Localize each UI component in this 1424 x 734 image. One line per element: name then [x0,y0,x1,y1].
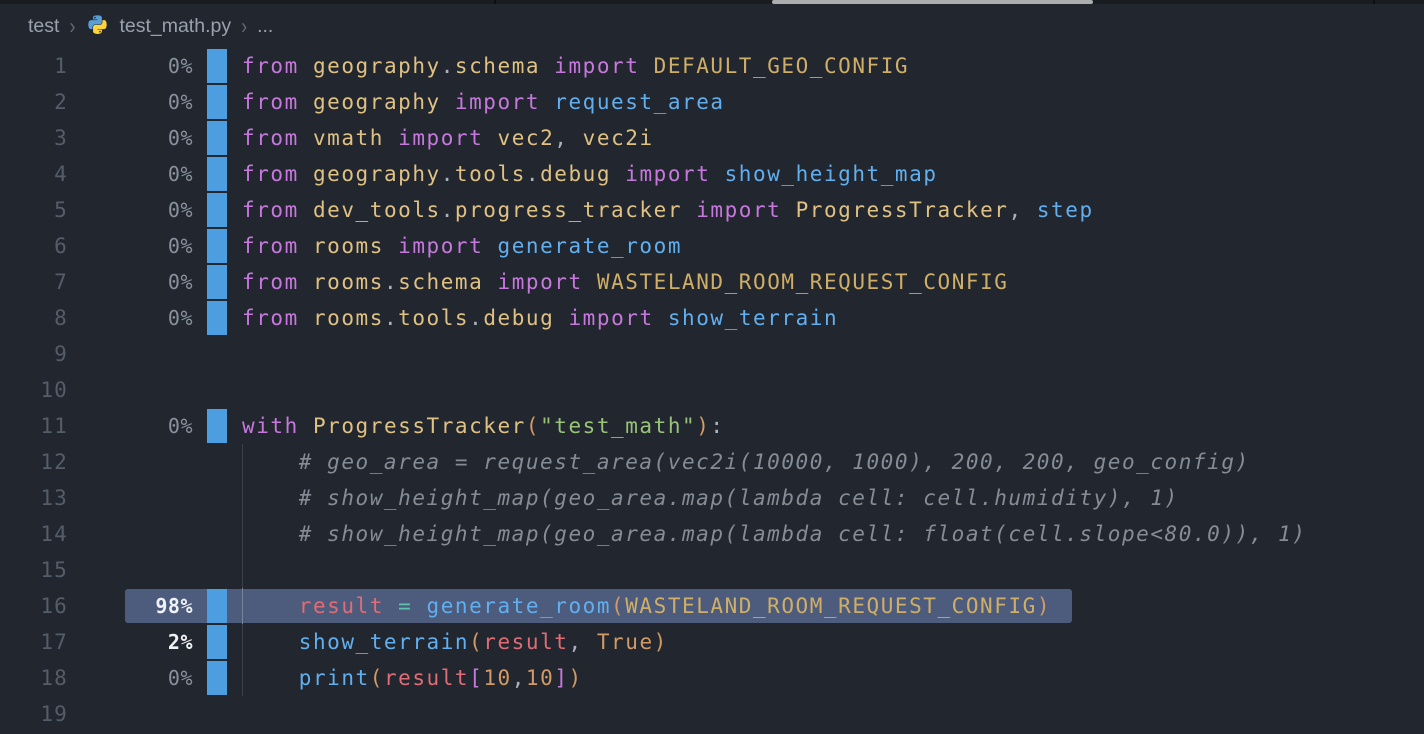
code-text: print(result[10,10]) [242,660,583,696]
coverage-indicator [207,229,227,263]
coverage-percent: 0% [68,408,193,444]
tab-divider [1373,0,1375,4]
code-line[interactable]: 13 # show_height_map(geo_area.map(lambda… [0,480,1424,516]
breadcrumb: test › test_math.py › ... [0,4,1424,48]
code-text: # show_height_map(geo_area.map(lambda ce… [242,516,1306,552]
coverage-indicator [207,49,227,83]
coverage-indicator [207,589,227,623]
coverage-percent: 0% [68,300,193,336]
coverage-percent: 98% [68,588,193,624]
coverage-indicator [207,661,227,695]
coverage-indicator [207,409,227,443]
line-number[interactable]: 10 [0,372,68,408]
tab-divider [494,0,496,4]
line-number[interactable]: 18 [0,660,68,696]
code-text: from dev_tools.progress_tracker import P… [242,192,1094,228]
line-number[interactable]: 2 [0,84,68,120]
line-number[interactable]: 3 [0,120,68,156]
editor-lines: 10%from geography.schema import DEFAULT_… [0,48,1424,732]
code-text: from vmath import vec2, vec2i [242,120,654,156]
coverage-indicator [207,301,227,335]
line-number[interactable]: 14 [0,516,68,552]
coverage-indicator [207,157,227,191]
line-number[interactable]: 7 [0,264,68,300]
code-line[interactable]: 30% from vmath import vec2, vec2i [0,120,1424,156]
coverage-percent: 0% [68,48,193,84]
chevron-right-icon: › [69,13,75,39]
code-text: with ProgressTracker("test_math"): [242,408,725,444]
line-number[interactable]: 13 [0,480,68,516]
line-number[interactable]: 5 [0,192,68,228]
coverage-indicator [207,85,227,119]
code-line[interactable]: 80% from rooms.tools.debug import show_te… [0,300,1424,336]
line-number[interactable]: 6 [0,228,68,264]
code-text: result = generate_room(WASTELAND_ROOM_RE… [242,588,1051,624]
coverage-percent: 2% [68,624,193,660]
coverage-indicator [207,625,227,659]
line-number[interactable]: 12 [0,444,68,480]
breadcrumb-file[interactable]: test_math.py [119,15,231,38]
code-line[interactable]: 10% from geography.schema import DEFAULT_… [0,48,1424,84]
coverage-percent: 0% [68,156,193,192]
tab-bar-bottom-strip [0,0,1424,4]
code-line[interactable]: 19 [0,696,1424,732]
line-number[interactable]: 15 [0,552,68,588]
line-number[interactable]: 9 [0,336,68,372]
code-text: from rooms.schema import WASTELAND_ROOM_… [242,264,1008,300]
line-number[interactable]: 17 [0,624,68,660]
coverage-indicator [207,265,227,299]
code-text: # geo_area = request_area(vec2i(10000, 1… [242,444,1250,480]
coverage-indicator [207,193,227,227]
coverage-percent: 0% [68,264,193,300]
line-number[interactable]: 4 [0,156,68,192]
indent-guide [242,552,243,588]
code-line[interactable]: 14 # show_height_map(geo_area.map(lambda… [0,516,1424,552]
coverage-percent: 0% [68,660,193,696]
code-text: # show_height_map(geo_area.map(lambda ce… [242,480,1179,516]
coverage-percent: 0% [68,228,193,264]
code-line[interactable]: 70% from rooms.schema import WASTELAND_RO… [0,264,1424,300]
code-line[interactable]: 12 # geo_area = request_area(vec2i(10000… [0,444,1424,480]
code-line[interactable]: 110% with ProgressTracker("test_math"): [0,408,1424,444]
coverage-percent: 0% [68,192,193,228]
line-number[interactable]: 11 [0,408,68,444]
coverage-indicator [207,121,227,155]
code-line[interactable]: 50% from dev_tools.progress_tracker impor… [0,192,1424,228]
code-line[interactable]: 15 [0,552,1424,588]
code-text: from rooms import generate_room [242,228,682,264]
code-line[interactable]: 40% from geography.tools.debug import sho… [0,156,1424,192]
code-line[interactable]: 172% show_terrain(result, True) [0,624,1424,660]
line-number[interactable]: 8 [0,300,68,336]
code-line[interactable]: 1698% result = generate_room(WASTELAND_R… [0,588,1424,624]
code-text: from rooms.tools.debug import show_terra… [242,300,838,336]
line-number[interactable]: 1 [0,48,68,84]
breadcrumb-folder[interactable]: test [28,15,59,38]
code-text: show_terrain(result, True) [242,624,668,660]
coverage-percent: 0% [68,120,193,156]
chevron-right-icon: › [241,13,247,39]
code-text: from geography import request_area [242,84,725,120]
code-line[interactable]: 9 [0,336,1424,372]
code-text: from geography.tools.debug import show_h… [242,156,938,192]
code-text: from geography.schema import DEFAULT_GEO… [242,48,909,84]
tab-scrollbar-thumb[interactable] [772,0,1093,4]
coverage-percent: 0% [68,84,193,120]
breadcrumb-symbol-ellipsis[interactable]: ... [257,15,273,38]
python-icon [85,14,109,38]
code-line[interactable]: 60% from rooms import generate_room [0,228,1424,264]
line-number[interactable]: 19 [0,696,68,732]
line-number[interactable]: 16 [0,588,68,624]
code-line[interactable]: 180% print(result[10,10]) [0,660,1424,696]
code-line[interactable]: 10 [0,372,1424,408]
code-line[interactable]: 20% from geography import request_area [0,84,1424,120]
